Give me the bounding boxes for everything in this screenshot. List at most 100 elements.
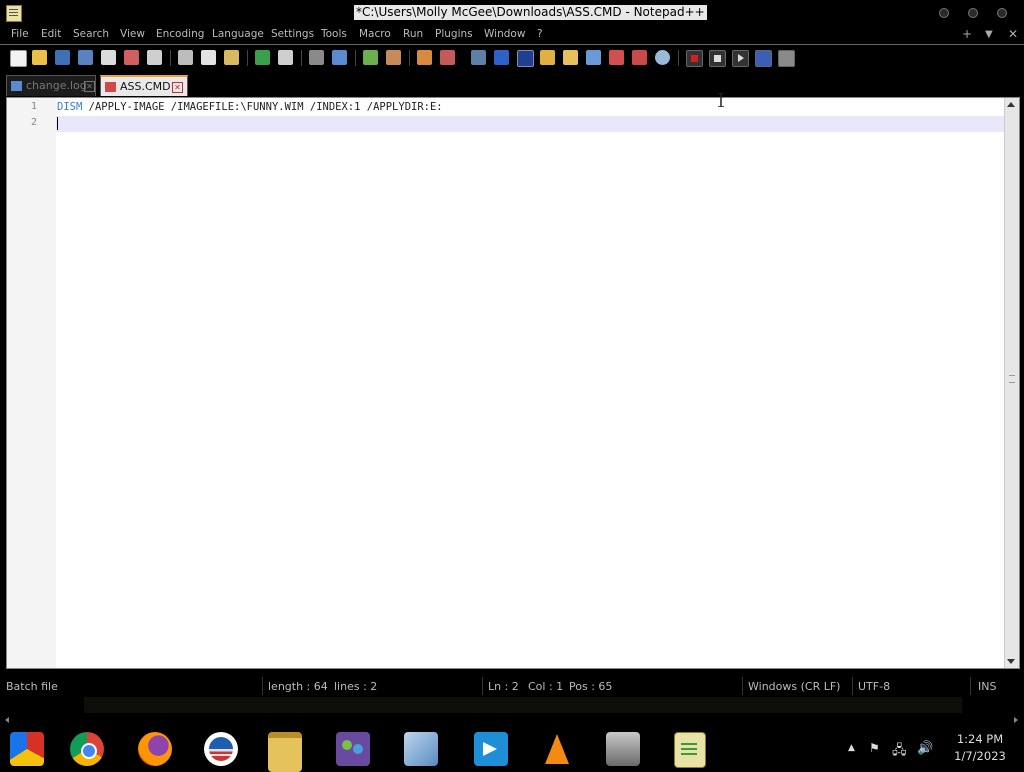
menu-file[interactable]: File: [11, 28, 29, 40]
zoom-in-icon[interactable]: [363, 50, 378, 65]
scroll-down-arrow-icon[interactable]: [1007, 659, 1015, 664]
print-icon[interactable]: [147, 50, 162, 65]
language-udl-icon[interactable]: [540, 50, 555, 65]
folder-as-workspace-icon[interactable]: [632, 50, 647, 65]
save-icon[interactable]: [55, 50, 70, 65]
redo-icon[interactable]: [278, 50, 293, 65]
tab-label: change.log: [26, 79, 87, 92]
tab-change-log[interactable]: change.log ✕: [6, 75, 96, 96]
menu-plugins[interactable]: Plugins: [435, 28, 473, 40]
file-explorer-icon[interactable]: [268, 732, 302, 772]
line-number: 1: [30, 101, 37, 112]
system-clock[interactable]: 1:24 PM 1/7/2023: [950, 731, 1010, 765]
sync-horizontal-icon[interactable]: [440, 50, 455, 65]
window-title: *C:\Users\Molly McGee\Downloads\ASS.CMD …: [354, 5, 707, 20]
menu-encoding[interactable]: Encoding: [156, 28, 204, 40]
menu-run[interactable]: Run: [403, 28, 423, 40]
remote-desktop-icon[interactable]: [474, 732, 508, 766]
menu-help[interactable]: ?: [537, 28, 543, 40]
tab-list-dropdown-icon[interactable]: ▼: [985, 29, 993, 40]
show-all-characters-icon[interactable]: [494, 50, 509, 65]
maximize-button[interactable]: [968, 8, 978, 18]
text-caret: [57, 117, 58, 130]
vlc-icon[interactable]: [540, 732, 574, 766]
status-lines: lines : 2: [334, 680, 378, 693]
taskbar: ▲ ⚑ 🖧 🔊 1:24 PM 1/7/2023: [0, 729, 1024, 772]
close-all-icon[interactable]: [124, 50, 139, 65]
document-list-icon[interactable]: [586, 50, 601, 65]
menu-edit[interactable]: Edit: [41, 28, 61, 40]
notepad-icon[interactable]: [404, 732, 438, 766]
file-icon: [11, 81, 22, 91]
function-list-icon[interactable]: [609, 50, 624, 65]
close-button[interactable]: [997, 8, 1007, 18]
undo-icon[interactable]: [255, 50, 270, 65]
desktop-strip: [0, 697, 1024, 729]
people-icon[interactable]: [336, 732, 370, 766]
status-divider: [262, 677, 263, 695]
close-file-icon[interactable]: [101, 50, 116, 65]
replace-icon[interactable]: [332, 50, 347, 65]
new-tab-plus-icon[interactable]: +: [962, 27, 972, 41]
status-length: length : 64: [268, 680, 328, 693]
run-macro-multiple-icon[interactable]: [755, 50, 772, 67]
menu-search[interactable]: Search: [73, 28, 109, 40]
cut-icon[interactable]: [178, 50, 193, 65]
action-center-flag-icon[interactable]: ⚑: [869, 741, 880, 755]
indent-guide-icon[interactable]: [517, 50, 534, 67]
zoom-out-icon[interactable]: [386, 50, 401, 65]
playback-macro-icon[interactable]: [732, 50, 749, 67]
stop-recording-icon[interactable]: [709, 50, 726, 67]
status-divider: [742, 677, 743, 695]
status-col: Col : 1: [528, 680, 564, 693]
code-line[interactable]: DISM /APPLY-IMAGE /IMAGEFILE:\FUNNY.WIM …: [57, 101, 443, 113]
scroll-right-icon[interactable]: [1014, 717, 1018, 723]
menu-language[interactable]: Language: [212, 28, 264, 40]
new-file-icon[interactable]: [10, 50, 27, 67]
toolbar-separator: [678, 50, 679, 66]
menu-settings[interactable]: Settings: [271, 28, 314, 40]
line-number-gutter: [7, 98, 56, 668]
scrollbar-grip-icon[interactable]: [1009, 375, 1015, 383]
document-map-icon[interactable]: [563, 50, 578, 65]
chrome-dev-icon[interactable]: [10, 732, 44, 766]
menu-window[interactable]: Window: [484, 28, 525, 40]
word-wrap-icon[interactable]: [471, 50, 486, 65]
vertical-scrollbar[interactable]: [1004, 98, 1019, 668]
editor[interactable]: 1 2 DISM /APPLY-IMAGE /IMAGEFILE:\FUNNY.…: [6, 97, 1020, 669]
close-tab-icon[interactable]: ✕: [84, 81, 95, 92]
notepad-plus-plus-icon[interactable]: [674, 732, 706, 768]
scanner-icon[interactable]: [606, 732, 640, 766]
current-line-highlight: [56, 116, 1005, 132]
menu-tools[interactable]: Tools: [321, 28, 347, 40]
scroll-up-arrow-icon[interactable]: [1007, 102, 1015, 107]
chrome-icon[interactable]: [70, 732, 104, 766]
save-all-icon[interactable]: [78, 50, 93, 65]
find-icon[interactable]: [309, 50, 324, 65]
sync-vertical-icon[interactable]: [417, 50, 432, 65]
toolbar-separator: [301, 50, 302, 66]
obama-icon[interactable]: [204, 732, 238, 766]
save-macro-icon[interactable]: [778, 50, 795, 67]
show-hidden-icons-icon[interactable]: ▲: [848, 743, 855, 753]
monitoring-icon[interactable]: [655, 50, 670, 65]
toolbar-separator: [170, 50, 171, 66]
tab-ass-cmd[interactable]: ASS.CMD ✕: [100, 75, 188, 96]
open-file-icon[interactable]: [32, 50, 47, 65]
record-macro-icon[interactable]: [686, 50, 703, 67]
close-document-icon[interactable]: ✕: [1008, 27, 1018, 41]
firefox-icon[interactable]: [138, 732, 172, 766]
clock-date: 1/7/2023: [954, 749, 1006, 763]
menu-view[interactable]: View: [120, 28, 145, 40]
clock-time: 1:24 PM: [956, 732, 1004, 746]
paste-icon[interactable]: [224, 50, 239, 65]
toolbar-separator: [355, 50, 356, 66]
status-divider: [482, 677, 483, 695]
minimize-button[interactable]: [939, 8, 949, 18]
copy-icon[interactable]: [201, 50, 216, 65]
network-icon[interactable]: 🖧: [892, 741, 907, 763]
scroll-left-icon[interactable]: [5, 717, 9, 723]
menu-macro[interactable]: Macro: [359, 28, 391, 40]
close-tab-icon[interactable]: ✕: [172, 82, 183, 93]
volume-icon[interactable]: 🔊: [917, 741, 933, 756]
